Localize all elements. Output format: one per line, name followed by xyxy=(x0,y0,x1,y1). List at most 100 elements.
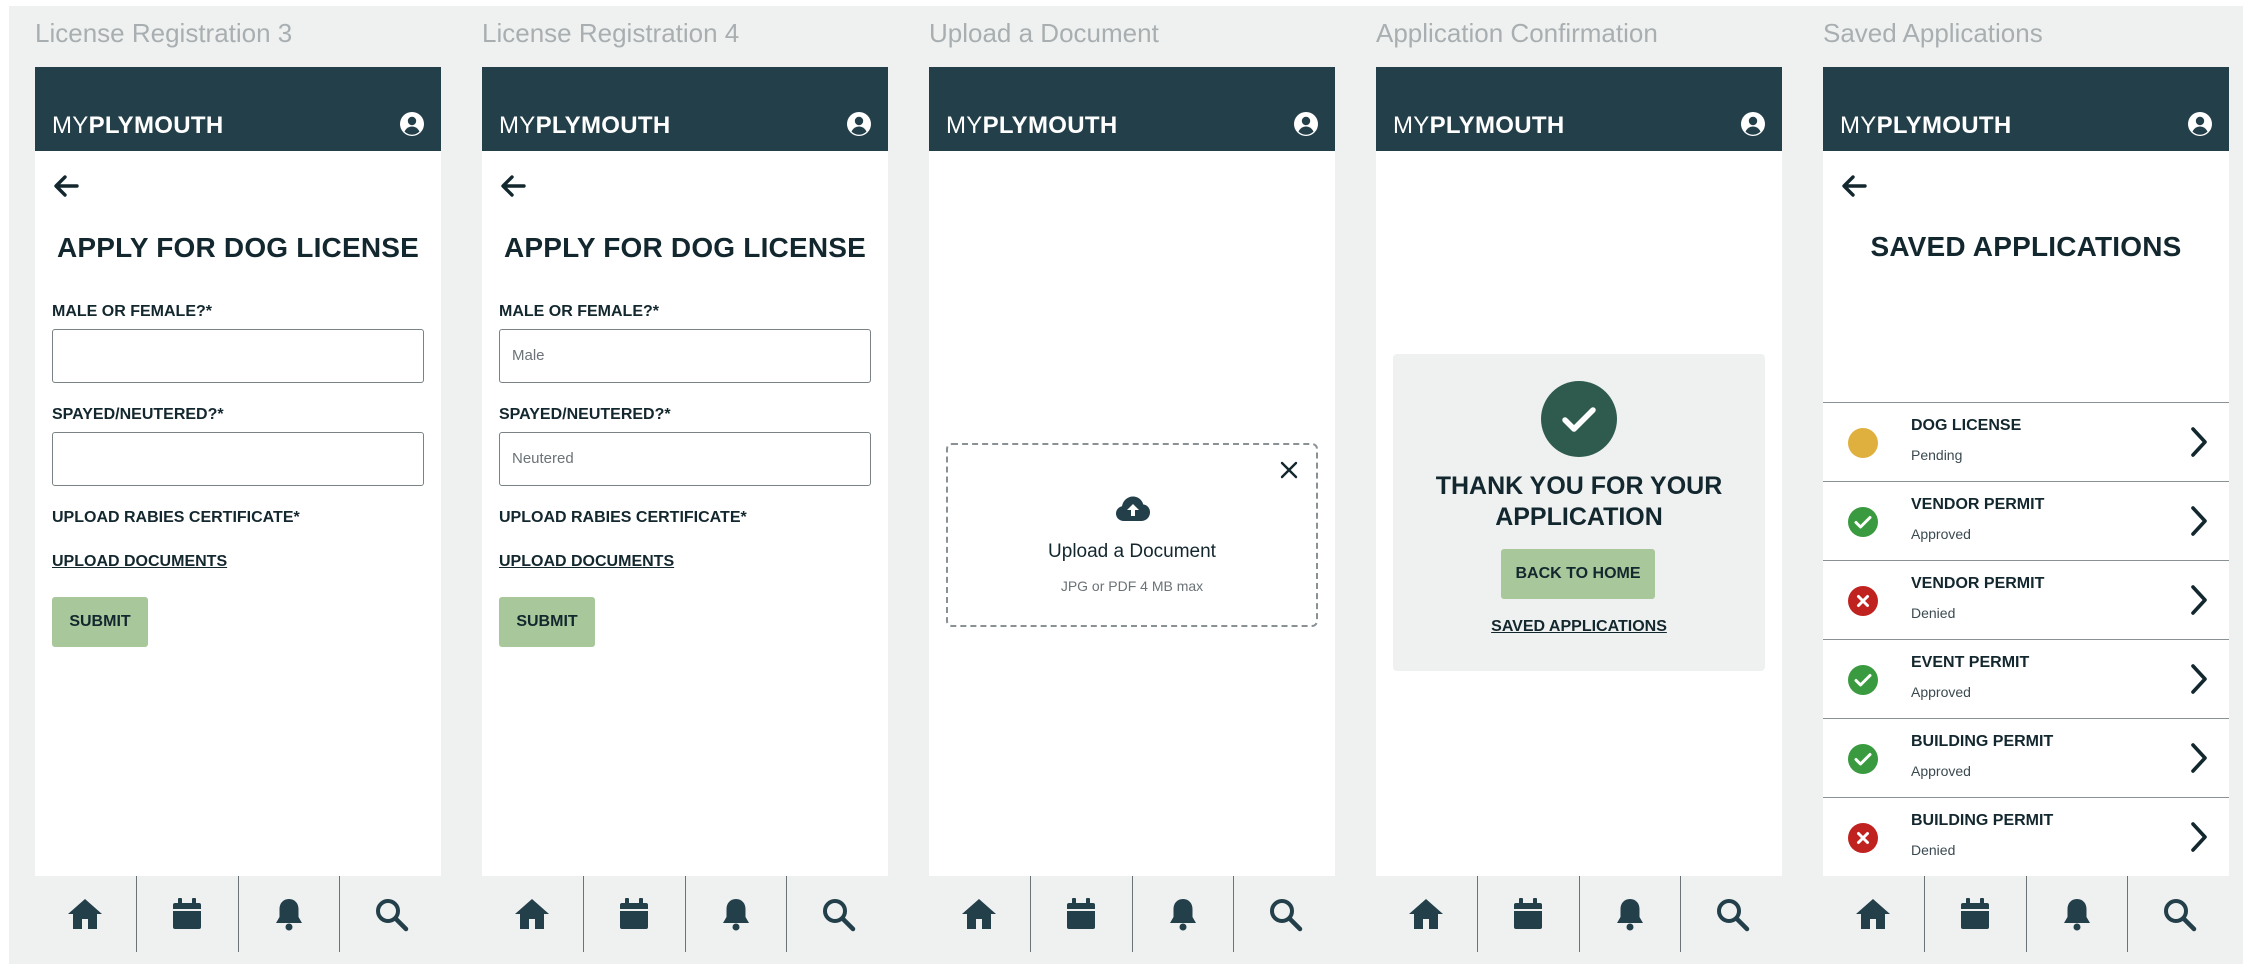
list-item[interactable]: VENDOR PERMIT Approved xyxy=(1823,481,2229,560)
screen-title: APPLY FOR DOG LICENSE xyxy=(56,232,420,263)
back-arrow-icon[interactable] xyxy=(53,173,79,199)
bottom-nav xyxy=(1376,876,1782,952)
application-name: BUILDING PERMIT xyxy=(1911,812,2054,829)
frame-title: Upload a Document xyxy=(929,18,1159,48)
spayed-label: SPAYED/NEUTERED?* xyxy=(499,406,671,423)
frame-license-registration-4: License Registration 4 MYPLYMOUTH APPLY … xyxy=(482,6,888,964)
sex-input[interactable] xyxy=(52,329,424,383)
sex-label: MALE OR FEMALE?* xyxy=(499,303,659,320)
nav-calendar[interactable] xyxy=(1925,876,2027,952)
nav-home[interactable] xyxy=(929,876,1031,952)
calendar-icon xyxy=(1067,898,1096,929)
nav-notifications[interactable] xyxy=(2027,876,2129,952)
bottom-nav xyxy=(929,876,1335,952)
nav-notifications[interactable] xyxy=(239,876,341,952)
bell-icon xyxy=(2063,899,2090,931)
nav-search[interactable] xyxy=(2128,876,2229,952)
saved-applications-link[interactable]: SAVED APPLICATIONS xyxy=(1393,618,1765,636)
bottom-nav xyxy=(482,876,888,952)
nav-calendar[interactable] xyxy=(1031,876,1133,952)
nav-search[interactable] xyxy=(340,876,441,952)
nav-home[interactable] xyxy=(1376,876,1478,952)
sex-label: MALE OR FEMALE?* xyxy=(52,303,212,320)
bottom-nav xyxy=(35,876,441,952)
approved-status-icon xyxy=(1848,744,1878,774)
search-icon xyxy=(375,899,408,932)
application-status: Pending xyxy=(1911,447,1963,463)
application-name: BUILDING PERMIT xyxy=(1911,733,2054,750)
search-icon xyxy=(1269,899,1302,932)
list-item[interactable]: DOG LICENSE Pending xyxy=(1823,402,2229,481)
chevron-right-icon xyxy=(2191,664,2207,694)
home-icon xyxy=(1856,899,1891,929)
home-icon xyxy=(68,899,103,929)
list-item[interactable]: VENDOR PERMIT Denied xyxy=(1823,560,2229,639)
spayed-input[interactable] xyxy=(52,432,424,486)
frame-license-registration-3: License Registration 3 MYPLYMOUTH APPLY … xyxy=(35,6,441,964)
bell-icon xyxy=(1616,899,1643,931)
phone-screen: MYPLYMOUTH THANK YOU FOR YOUR APPLICATION… xyxy=(1376,67,1782,952)
nav-notifications[interactable] xyxy=(1580,876,1682,952)
close-icon[interactable] xyxy=(1280,461,1298,479)
submit-button[interactable]: SUBMIT xyxy=(499,597,595,647)
screen-title: SAVED APPLICATIONS xyxy=(1870,231,2182,262)
submit-button[interactable]: SUBMIT xyxy=(52,597,148,647)
application-status: Approved xyxy=(1911,526,1971,542)
home-icon xyxy=(515,899,550,929)
profile-icon[interactable] xyxy=(1293,111,1319,137)
nav-calendar[interactable] xyxy=(1478,876,1580,952)
nav-home[interactable] xyxy=(35,876,137,952)
approved-status-icon xyxy=(1848,665,1878,695)
nav-notifications[interactable] xyxy=(686,876,788,952)
rabies-label: UPLOAD RABIES CERTIFICATE* xyxy=(52,509,300,526)
chevron-right-icon xyxy=(2191,743,2207,773)
back-arrow-icon[interactable] xyxy=(1841,173,1867,199)
app-header: MYPLYMOUTH xyxy=(482,67,888,151)
frame-upload-document: Upload a Document MYPLYMOUTH Upload a Do… xyxy=(929,6,1335,964)
list-item[interactable]: BUILDING PERMIT Approved xyxy=(1823,718,2229,797)
application-name: EVENT PERMIT xyxy=(1911,654,2030,671)
confirmation-card: THANK YOU FOR YOUR APPLICATION BACK TO HO… xyxy=(1393,354,1765,671)
nav-search[interactable] xyxy=(1681,876,1782,952)
application-name: VENDOR PERMIT xyxy=(1911,496,2045,513)
profile-icon[interactable] xyxy=(2187,111,2213,137)
application-status: Denied xyxy=(1911,842,1956,858)
nav-home[interactable] xyxy=(482,876,584,952)
logo: MYPLYMOUTH xyxy=(499,112,671,139)
denied-status-icon xyxy=(1848,586,1878,616)
back-arrow-icon[interactable] xyxy=(500,173,526,199)
frame-title: License Registration 4 xyxy=(482,18,740,48)
nav-notifications[interactable] xyxy=(1133,876,1235,952)
app-header: MYPLYMOUTH xyxy=(1376,67,1782,151)
cloud-upload-icon xyxy=(1116,496,1150,521)
application-status: Denied xyxy=(1911,605,1956,621)
nav-search[interactable] xyxy=(787,876,888,952)
frame-title: License Registration 3 xyxy=(35,18,293,48)
search-icon xyxy=(1716,899,1749,932)
sex-input[interactable]: Male xyxy=(499,329,871,383)
bottom-nav xyxy=(1823,876,2229,952)
nav-home[interactable] xyxy=(1823,876,1925,952)
upload-documents-link[interactable]: UPLOAD DOCUMENTS xyxy=(499,553,674,571)
rabies-label: UPLOAD RABIES CERTIFICATE* xyxy=(499,509,747,526)
spayed-label: SPAYED/NEUTERED?* xyxy=(52,406,224,423)
profile-icon[interactable] xyxy=(846,111,872,137)
frame-application-confirmation: Application Confirmation MYPLYMOUTH THAN… xyxy=(1376,6,1782,964)
calendar-icon xyxy=(620,898,649,929)
logo: MYPLYMOUTH xyxy=(946,112,1118,139)
nav-calendar[interactable] xyxy=(137,876,239,952)
upload-dropzone[interactable]: Upload a Document JPG or PDF 4 MB max xyxy=(946,443,1318,627)
back-to-home-button[interactable]: BACK TO HOME xyxy=(1501,549,1655,599)
calendar-icon xyxy=(1961,898,1990,929)
upload-title: Upload a Document xyxy=(1048,541,1216,562)
profile-icon[interactable] xyxy=(1740,111,1766,137)
nav-calendar[interactable] xyxy=(584,876,686,952)
upload-documents-link[interactable]: UPLOAD DOCUMENTS xyxy=(52,553,227,571)
profile-icon[interactable] xyxy=(399,111,425,137)
nav-search[interactable] xyxy=(1234,876,1335,952)
list-item[interactable]: EVENT PERMIT Approved xyxy=(1823,639,2229,718)
bell-icon xyxy=(722,899,749,931)
applications-list: DOG LICENSE Pending VENDOR PERMIT Approv… xyxy=(1823,402,2229,876)
spayed-input[interactable]: Neutered xyxy=(499,432,871,486)
list-item[interactable]: BUILDING PERMIT Denied xyxy=(1823,797,2229,876)
